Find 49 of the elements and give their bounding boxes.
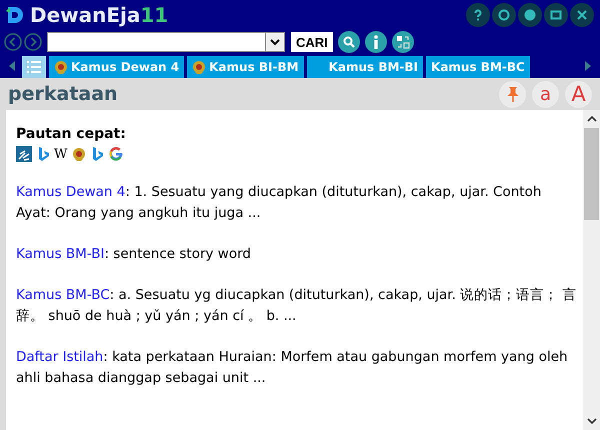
- forward-icon[interactable]: [24, 33, 42, 51]
- search-icon[interactable]: [338, 31, 360, 53]
- dot-icon: [524, 9, 536, 21]
- hand-sign-icon[interactable]: [16, 146, 32, 162]
- search-combo-box[interactable]: [47, 32, 285, 52]
- scroll-left-icon[interactable]: [8, 61, 16, 71]
- help-button[interactable]: [466, 3, 490, 27]
- bing-icon[interactable]: [91, 146, 104, 162]
- ring-button[interactable]: [492, 3, 516, 27]
- close-button[interactable]: [570, 3, 594, 27]
- entry-text: Kamus Dewan 4: 1. Sesuatu yang diucapkan (dituturkan), cakap, ujar. Contoh Ayat: Orang yang angkuh itu juga ...: [16, 183, 542, 223]
- entry-text: Kamus BM-BC: a. Sesuatu yg diucapkan (dituturkan), cakap, ujar. 说的话；语言； 言辞。 shuō de huà ; yǔ yán ; yán cí 。 b. ...: [16, 286, 578, 326]
- entry-text: Daftar Istilah: kata perkataan Huraian: Morfem atau gabungan morfem yang oleh ahli bahasa dianggap sebagai unit ...: [16, 348, 569, 388]
- search-button[interactable]: CARI: [291, 32, 333, 52]
- font-smaller-button[interactable]: a: [532, 80, 559, 108]
- dictionary-link[interactable]: Daftar Istilah: [16, 349, 104, 365]
- logo-icon: [4, 4, 26, 26]
- translate-icon[interactable]: [392, 31, 414, 53]
- bing-icon[interactable]: [37, 146, 49, 162]
- dictionary-link[interactable]: Kamus Dewan 4: [16, 184, 126, 200]
- close-icon: [576, 9, 588, 21]
- dot-button[interactable]: [518, 3, 542, 27]
- maximize-button[interactable]: [544, 3, 568, 27]
- info-icon[interactable]: [364, 31, 387, 53]
- back-icon[interactable]: [4, 33, 22, 51]
- entry-word: perkataan: [8, 83, 118, 105]
- scroll-right-icon[interactable]: [584, 61, 592, 71]
- google-icon[interactable]: [108, 146, 124, 162]
- version-number: 11: [140, 3, 168, 27]
- emblem-icon: [54, 60, 68, 74]
- list-icon: [27, 61, 41, 73]
- help-icon: [472, 9, 484, 21]
- wiki-link[interactable]: W: [54, 146, 68, 162]
- scroll-down-icon[interactable]: [586, 418, 596, 425]
- app-title: DewanEja: [30, 3, 140, 27]
- caret-icon: [270, 38, 280, 46]
- emblem-icon[interactable]: [72, 147, 86, 161]
- dictionary-link[interactable]: Kamus BM-BI: [16, 246, 104, 262]
- scroll-thumb[interactable]: [584, 128, 599, 220]
- entry-text: Kamus BM-BI: sentence story word: [16, 245, 252, 264]
- maximize-icon: [550, 9, 562, 21]
- dictionary-link[interactable]: Kamus BM-BC: [16, 287, 110, 303]
- ring-icon: [498, 9, 510, 21]
- pin-icon: [506, 86, 520, 102]
- scroll-up-icon[interactable]: [586, 115, 596, 122]
- quick-links-title: Pautan cepat:: [16, 126, 127, 142]
- emblem-icon: [192, 60, 206, 74]
- font-larger-button[interactable]: A: [565, 80, 592, 108]
- scrollbar[interactable]: [583, 110, 600, 430]
